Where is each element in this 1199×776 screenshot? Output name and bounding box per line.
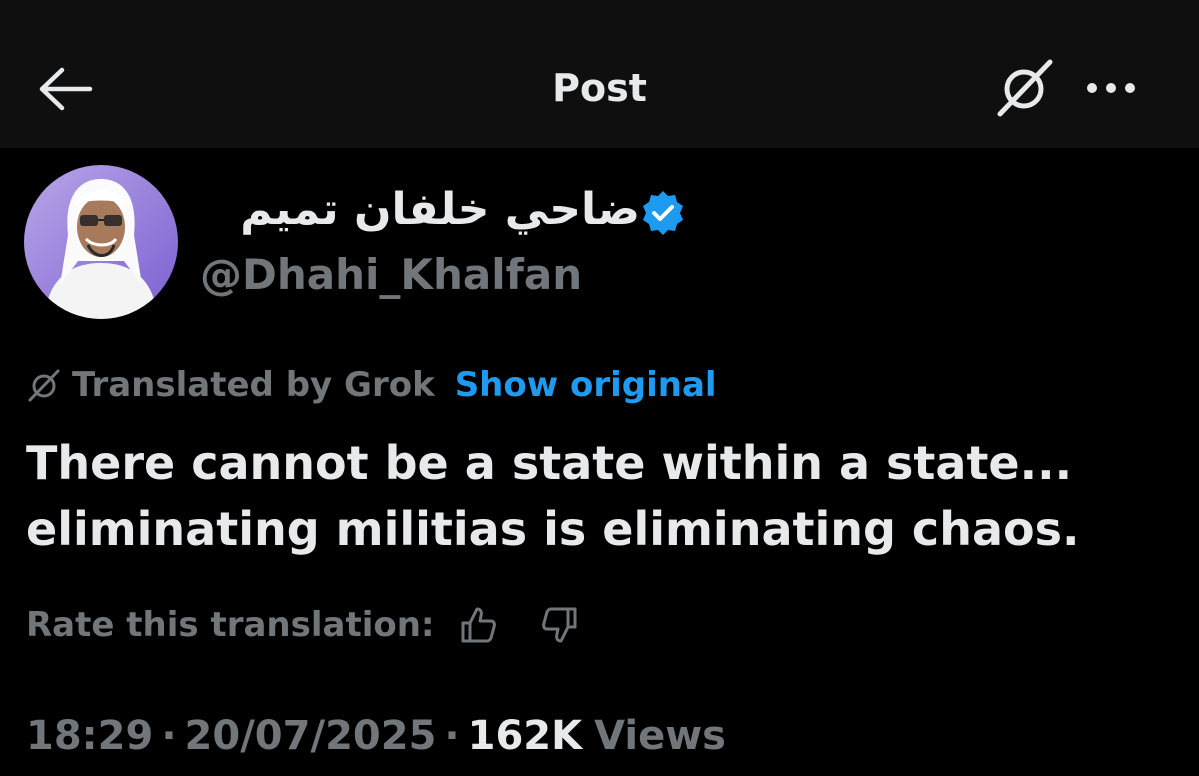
thumbs-down-icon[interactable] xyxy=(537,603,581,647)
post-time[interactable]: 18:29 xyxy=(26,713,153,759)
meta-separator: · xyxy=(444,713,460,759)
thumbs-up-icon[interactable] xyxy=(457,603,501,647)
author-name[interactable]: ضاحي خلفان تميم xyxy=(200,182,640,238)
avatar-image xyxy=(24,165,178,319)
verified-badge-icon xyxy=(638,188,688,238)
author-handle[interactable]: @Dhahi_Khalfan xyxy=(200,248,582,302)
post-text: There cannot be a state within a state..… xyxy=(26,430,1176,562)
translation-bar: Translated by Grok Show original xyxy=(26,362,717,408)
views-label[interactable]: Views xyxy=(594,713,726,759)
post-meta: 18:29 · 20/07/2025 · 162K Views xyxy=(26,708,726,764)
show-original-link[interactable]: Show original xyxy=(455,365,717,405)
translated-by-label: Translated by Grok xyxy=(72,365,435,405)
views-count[interactable]: 162K xyxy=(468,713,583,759)
rate-translation-bar: Rate this translation: xyxy=(26,600,581,650)
post-date[interactable]: 20/07/2025 xyxy=(185,713,437,759)
post-text-line: There cannot be a state within a state..… xyxy=(26,436,1073,490)
post-text-line: eliminating militias is eliminating chao… xyxy=(26,502,1080,556)
grok-icon xyxy=(997,59,1053,117)
rate-translation-label: Rate this translation: xyxy=(26,605,435,645)
meta-separator: · xyxy=(161,713,177,759)
avatar[interactable] xyxy=(24,165,178,319)
top-bar: Post xyxy=(0,0,1199,148)
more-button[interactable] xyxy=(1082,70,1142,106)
more-horizontal-icon xyxy=(1087,83,1135,93)
grok-button[interactable] xyxy=(994,58,1056,118)
grok-icon xyxy=(28,369,60,402)
